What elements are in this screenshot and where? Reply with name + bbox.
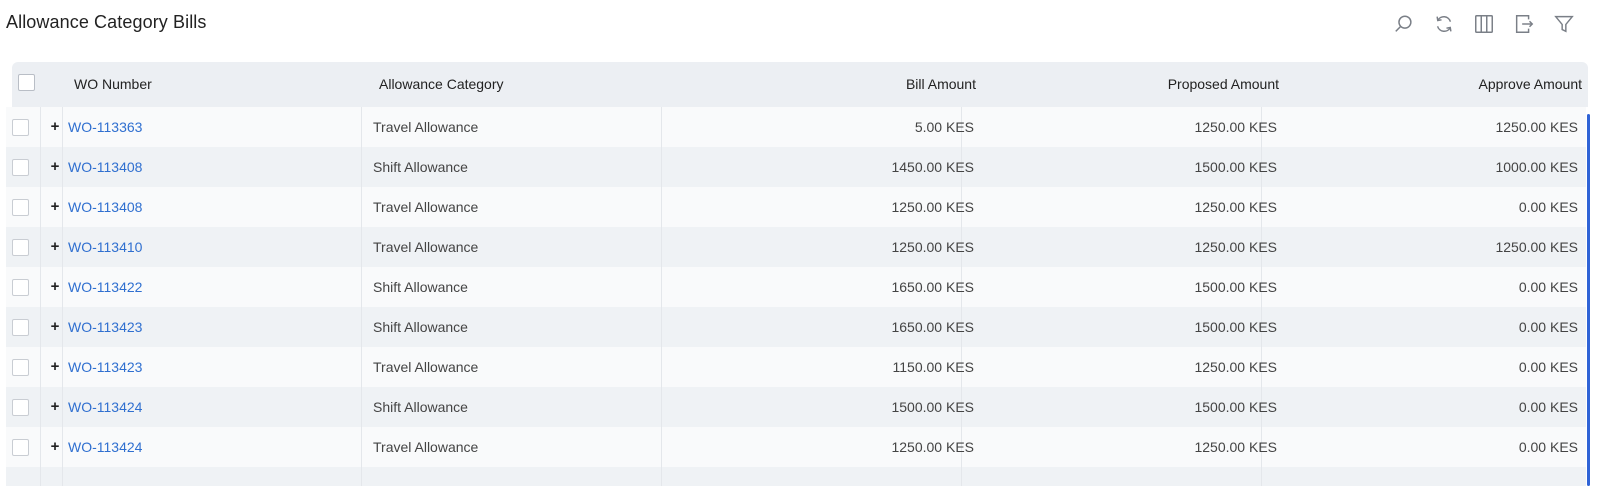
table-row: + WO-113408 Shift Allowance 1450.00 KES … xyxy=(6,147,1586,187)
header-wo-number[interactable]: WO Number xyxy=(74,76,152,92)
filter-button[interactable] xyxy=(1552,12,1576,36)
wo-number-link[interactable]: WO-113423 xyxy=(68,347,142,387)
allowance-category-cell: Shift Allowance xyxy=(373,319,468,335)
row-checkbox[interactable] xyxy=(12,279,29,296)
wo-number-link[interactable]: WO-113423 xyxy=(68,307,142,347)
proposed-amount-cell: 1250.00 KES xyxy=(1194,239,1277,255)
proposed-amount-cell: 1250.00 KES xyxy=(1194,199,1277,215)
approve-amount-cell: 0.00 KES xyxy=(1518,279,1578,295)
row-checkbox[interactable] xyxy=(12,119,29,136)
wo-number-link[interactable]: WO-113424 xyxy=(68,387,142,427)
allowance-category-cell: Travel Allowance xyxy=(373,439,479,455)
proposed-amount-cell: 1250.00 KES xyxy=(1194,439,1277,455)
table-row: + WO-113408 Travel Allowance 1250.00 KES… xyxy=(6,187,1586,227)
allowance-category-bills-page: Allowance Category Bills WO Number Allow… xyxy=(0,0,1600,486)
proposed-amount-cell: 1250.00 KES xyxy=(1194,119,1277,135)
approve-amount-cell: 0.00 KES xyxy=(1518,439,1578,455)
bill-amount-cell: 1150.00 KES xyxy=(892,359,974,375)
vertical-scrollbar[interactable] xyxy=(1587,114,1590,486)
columns-icon xyxy=(1475,15,1493,33)
header-allowance-category[interactable]: Allowance Category xyxy=(379,76,504,92)
bills-table: WO Number Allowance Category Bill Amount… xyxy=(6,62,1588,486)
row-checkbox[interactable] xyxy=(12,239,29,256)
allowance-category-cell: Shift Allowance xyxy=(373,159,468,175)
header-bill-amount[interactable]: Bill Amount xyxy=(906,76,976,92)
bill-amount-cell: 1500.00 KES xyxy=(891,399,974,415)
bill-amount-cell: 5.00 KES xyxy=(914,119,974,135)
bill-amount-cell: 1250.00 KES xyxy=(891,199,974,215)
row-checkbox[interactable] xyxy=(12,199,29,216)
expand-row-button[interactable]: + xyxy=(48,387,62,427)
proposed-amount-cell: 1500.00 KES xyxy=(1194,159,1277,175)
expand-row-button[interactable]: + xyxy=(48,107,62,147)
export-icon xyxy=(1515,15,1534,33)
approve-amount-cell: 1000.00 KES xyxy=(1495,159,1578,175)
expand-row-button[interactable]: + xyxy=(48,267,62,307)
refresh-button[interactable] xyxy=(1432,12,1456,36)
search-icon xyxy=(1395,15,1412,32)
approve-amount-cell: 0.00 KES xyxy=(1518,399,1578,415)
filter-icon xyxy=(1554,15,1574,33)
refresh-icon xyxy=(1436,16,1452,32)
table-row: + WO-113410 Travel Allowance 1250.00 KES… xyxy=(6,227,1586,267)
allowance-category-cell: Travel Allowance xyxy=(373,359,479,375)
bill-amount-cell: 1650.00 KES xyxy=(891,319,974,335)
proposed-amount-cell: 1500.00 KES xyxy=(1194,319,1277,335)
select-all-checkbox[interactable] xyxy=(18,74,35,91)
allowance-category-cell: Travel Allowance xyxy=(373,199,479,215)
expand-row-button[interactable]: + xyxy=(48,307,62,347)
approve-amount-cell: 1250.00 KES xyxy=(1495,239,1578,255)
allowance-category-cell: Shift Allowance xyxy=(373,399,468,415)
table-row: + WO-113422 Shift Allowance 1650.00 KES … xyxy=(6,267,1586,307)
expand-row-button[interactable]: + xyxy=(48,347,62,387)
wo-number-link[interactable]: WO-113410 xyxy=(68,227,142,267)
proposed-amount-cell: 1500.00 KES xyxy=(1194,399,1277,415)
approve-amount-cell: 0.00 KES xyxy=(1518,199,1578,215)
header-approve-amount[interactable]: Approve Amount xyxy=(1478,76,1582,92)
approve-amount-cell: 1250.00 KES xyxy=(1495,119,1578,135)
row-checkbox[interactable] xyxy=(12,439,29,456)
table-row xyxy=(6,467,1586,486)
bill-amount-cell: 1250.00 KES xyxy=(891,239,974,255)
bill-amount-cell: 1450.00 KES xyxy=(891,159,974,175)
table-row: + WO-113424 Travel Allowance 1250.00 KES… xyxy=(6,427,1586,467)
table-header: WO Number Allowance Category Bill Amount… xyxy=(12,62,1588,107)
table-row: + WO-113423 Shift Allowance 1650.00 KES … xyxy=(6,307,1586,347)
row-checkbox[interactable] xyxy=(12,359,29,376)
wo-number-link[interactable]: WO-113408 xyxy=(68,147,142,187)
export-button[interactable] xyxy=(1512,12,1536,36)
proposed-amount-cell: 1500.00 KES xyxy=(1194,279,1277,295)
wo-number-link[interactable]: WO-113363 xyxy=(68,107,142,147)
search-button[interactable] xyxy=(1392,12,1416,36)
row-checkbox[interactable] xyxy=(12,319,29,336)
toolbar xyxy=(1392,12,1576,36)
allowance-category-cell: Shift Allowance xyxy=(373,279,468,295)
table-row: + WO-113424 Shift Allowance 1500.00 KES … xyxy=(6,387,1586,427)
approve-amount-cell: 0.00 KES xyxy=(1518,319,1578,335)
proposed-amount-cell: 1250.00 KES xyxy=(1194,359,1277,375)
expand-row-button[interactable]: + xyxy=(48,187,62,227)
bill-amount-cell: 1250.00 KES xyxy=(891,439,974,455)
row-checkbox[interactable] xyxy=(12,159,29,176)
table-body: + WO-113363 Travel Allowance 5.00 KES 12… xyxy=(6,107,1586,486)
allowance-category-cell: Travel Allowance xyxy=(373,119,479,135)
header-proposed-amount[interactable]: Proposed Amount xyxy=(1168,76,1279,92)
expand-row-button[interactable]: + xyxy=(48,427,62,467)
approve-amount-cell: 0.00 KES xyxy=(1518,359,1578,375)
page-title: Allowance Category Bills xyxy=(6,12,207,32)
wo-number-link[interactable]: WO-113408 xyxy=(68,187,142,227)
expand-row-button[interactable]: + xyxy=(48,227,62,267)
columns-button[interactable] xyxy=(1472,12,1496,36)
row-checkbox[interactable] xyxy=(12,399,29,416)
wo-number-link[interactable]: WO-113422 xyxy=(68,267,142,307)
wo-number-link[interactable]: WO-113424 xyxy=(68,427,142,467)
table-row: + WO-113363 Travel Allowance 5.00 KES 12… xyxy=(6,107,1586,147)
table-row: + WO-113423 Travel Allowance 1150.00 KES… xyxy=(6,347,1586,387)
expand-row-button[interactable]: + xyxy=(48,147,62,187)
bill-amount-cell: 1650.00 KES xyxy=(891,279,974,295)
allowance-category-cell: Travel Allowance xyxy=(373,239,479,255)
